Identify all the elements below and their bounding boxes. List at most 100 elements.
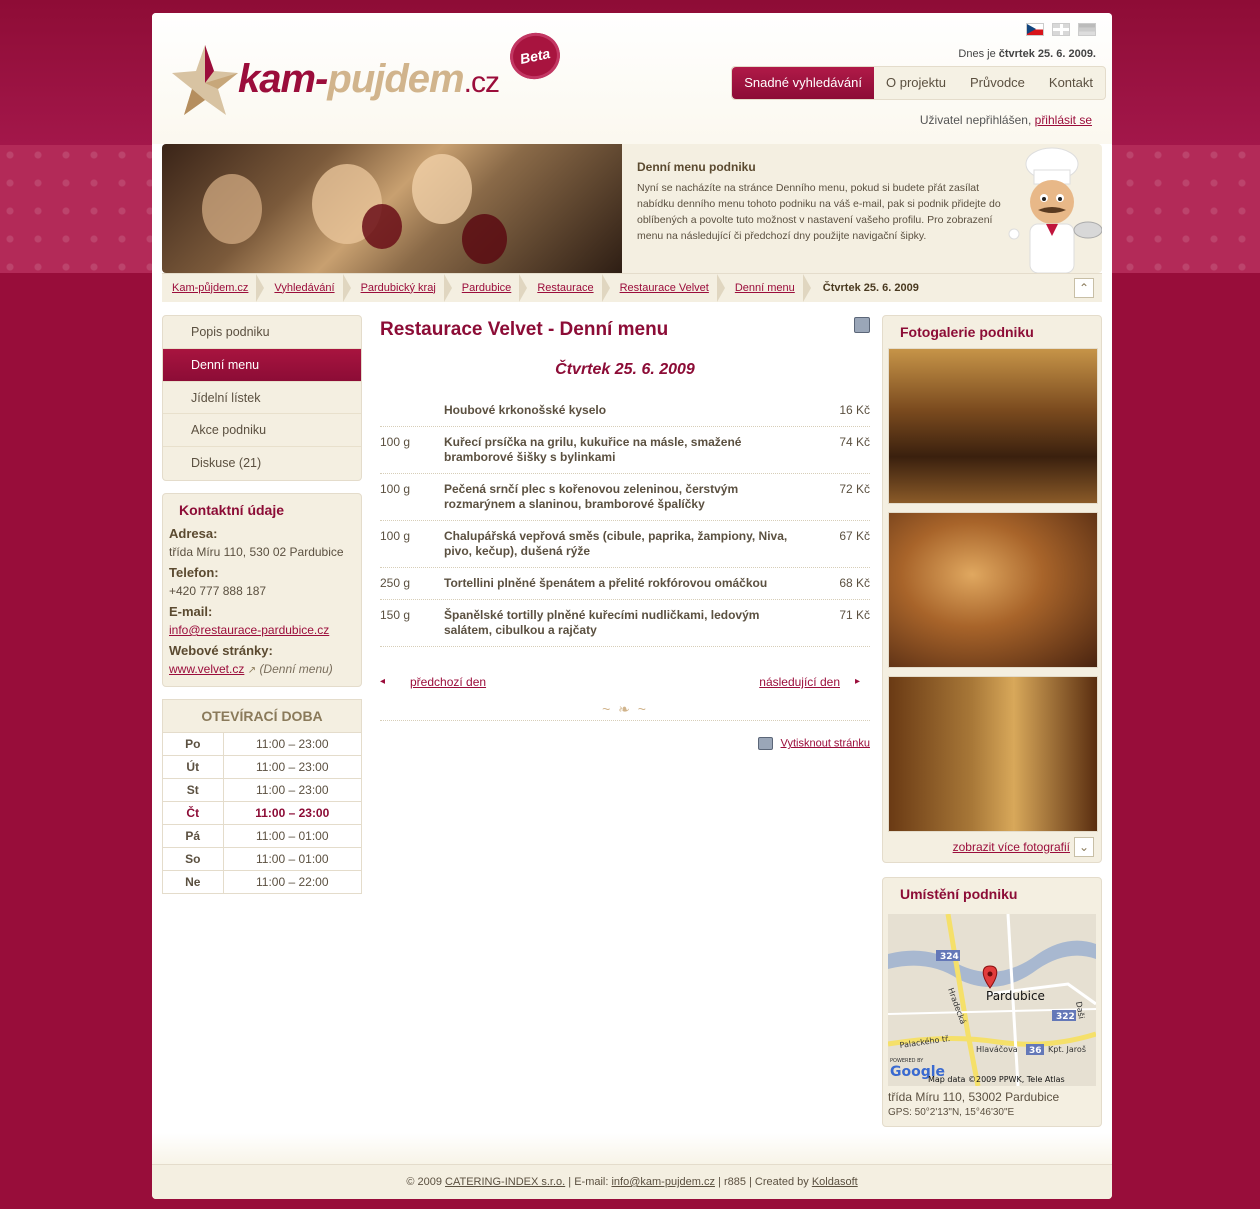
- dish-row: 100 g Kuřecí prsíčka na grilu, kukuřice n…: [380, 427, 870, 474]
- dish-price: 72 Kč: [839, 482, 870, 496]
- printer-icon[interactable]: [854, 317, 870, 333]
- breadcrumb-item[interactable]: Pardubický kraj: [351, 273, 452, 303]
- phone-label: Telefon:: [169, 564, 219, 580]
- contact-title: Kontaktní údaje: [179, 501, 285, 518]
- menu-item-daily-menu[interactable]: Denní menu: [163, 348, 361, 382]
- location-map[interactable]: 324 322 36 Hradecká Palackého tř. Hlaváč…: [888, 914, 1096, 1086]
- chevron-down-icon[interactable]: ⌄: [1074, 837, 1094, 857]
- map-road-label: 324: [940, 952, 959, 962]
- menu-item-discussion[interactable]: Diskuse (21): [163, 447, 361, 480]
- previous-day-link[interactable]: předchozí den: [410, 675, 486, 689]
- external-link-icon: ↗: [247, 664, 257, 676]
- dish-weight: 100 g: [380, 435, 411, 449]
- gallery-title: Fotogalerie podniku: [900, 324, 1034, 340]
- dish-price: 67 Kč: [839, 529, 870, 543]
- dish-name: Kuřecí prsíčka na grilu, kukuřice na más…: [444, 435, 742, 464]
- hours-day: Ne: [163, 869, 224, 894]
- dish-name: Chalupářská vepřová směs (cibule, paprik…: [444, 529, 788, 558]
- dish-name: Tortellini plněné špenátem a přelité rok…: [444, 576, 768, 590]
- email-link[interactable]: info@restaurace-pardubice.cz: [169, 623, 329, 637]
- hours-day: St: [163, 777, 224, 802]
- header: kam-pujdem.cz Beta Dnes je čtvrtek 25. 6…: [152, 13, 1112, 144]
- dish-name: Houbové krkonošské kyselo: [444, 403, 607, 417]
- email-label: E-mail:: [169, 603, 213, 619]
- breadcrumb-item[interactable]: Denní menu: [725, 273, 811, 303]
- print-page: Vytisknout stránku: [380, 737, 870, 750]
- address-label: Adresa:: [169, 525, 218, 541]
- dish-price: 71 Kč: [839, 608, 870, 622]
- opening-hours: OTEVÍRACÍ DOBA Po 11:00 – 23:00 Út 11:00 –…: [162, 698, 362, 895]
- next-day-link[interactable]: následující den: [759, 675, 840, 689]
- banner-description: Nyní se nacházíte na stránce Denního men…: [637, 182, 1001, 242]
- info-banner: Denní menu podniku Nyní se nacházíte na …: [162, 144, 1102, 273]
- right-sidebar: Fotogalerie podniku zobrazit více fotogr…: [882, 315, 1102, 1127]
- printer-icon: [758, 737, 774, 750]
- dish-weight: 100 g: [380, 529, 411, 543]
- breadcrumb-item[interactable]: Kam-půjdem.cz: [162, 273, 265, 303]
- breadcrumb-item[interactable]: Restaurace: [527, 273, 610, 303]
- footer-email-link[interactable]: info@kam-pujdem.cz: [611, 1176, 714, 1188]
- hours-title: OTEVÍRACÍ DOBA: [163, 699, 361, 732]
- dish-row: 150 g Španělské tortilly plněné kuřecími …: [380, 600, 870, 647]
- map-title: Umístění podniku: [900, 886, 1018, 902]
- menu-item-description[interactable]: Popis podniku: [163, 316, 361, 349]
- hours-day: So: [163, 846, 224, 871]
- dish-row: Houbové krkonošské kyselo 16 Kč: [380, 395, 870, 427]
- breadcrumb-item[interactable]: Pardubice: [452, 273, 528, 303]
- hours-day: Pá: [163, 823, 224, 848]
- nav-contact[interactable]: Kontakt: [1037, 67, 1105, 99]
- map-road-label: 36: [1029, 1046, 1042, 1056]
- current-date: Dnes je čtvrtek 25. 6. 2009.: [958, 48, 1096, 60]
- login-link[interactable]: přihlásit se: [1035, 113, 1092, 127]
- menu-day: Čtvrtek 25. 6. 2009: [555, 361, 695, 378]
- menu-item-food-menu[interactable]: Jídelní lístek: [163, 382, 361, 415]
- print-page-link[interactable]: Vytisknout stránku: [781, 737, 870, 749]
- dish-row: 250 g Tortellini plněné špenátem a přelit…: [380, 568, 870, 600]
- dish-price: 16 Kč: [839, 403, 870, 417]
- breadcrumb: Kam-půjdem.cz Vyhledávání Pardubický kra…: [162, 273, 1102, 302]
- dish-name: Pečená srnčí plec s kořenovou zeleninou,…: [444, 482, 739, 511]
- hours-time: 11:00 – 23:00: [223, 754, 361, 779]
- content-bottom: [152, 1133, 1112, 1164]
- more-photos-link[interactable]: zobrazit více fotografií: [953, 840, 1070, 854]
- dish-weight: 150 g: [380, 608, 411, 622]
- nav-guide[interactable]: Průvodce: [958, 67, 1037, 99]
- dish-row: 100 g Chalupářská vepřová směs (cibule, p…: [380, 521, 870, 568]
- dish-weight: 100 g: [380, 482, 411, 496]
- page-title: Restaurace Velvet - Denní menu: [380, 319, 669, 340]
- menu-item-events[interactable]: Akce podniku: [163, 414, 361, 448]
- map-street-label: Kpt. Jaroš: [1048, 1044, 1086, 1054]
- hours-time: 11:00 – 23:00: [223, 777, 361, 802]
- breadcrumb-item[interactable]: Restaurace Velvet: [610, 273, 726, 303]
- gallery-photo[interactable]: [888, 512, 1098, 668]
- map-credit: Map data ©2009 PPWK, Tele Atlas: [928, 1075, 1065, 1084]
- map-street-label: Hlaváčova: [976, 1044, 1018, 1054]
- flag-de-icon[interactable]: [1078, 23, 1096, 36]
- hours-time: 11:00 – 23:00: [223, 800, 361, 825]
- flag-cz-icon[interactable]: [1026, 23, 1044, 36]
- dish-price: 74 Kč: [839, 435, 870, 449]
- company-link[interactable]: CATERING-INDEX s.r.o.: [445, 1176, 565, 1188]
- arrow-left-icon: ◂: [380, 676, 386, 687]
- dish-name: Španělské tortilly plněné kuřecími nudli…: [444, 608, 760, 637]
- gallery-photo[interactable]: [888, 676, 1098, 832]
- creator-link[interactable]: Koldasoft: [812, 1176, 858, 1188]
- nav-about[interactable]: O projektu: [874, 67, 958, 99]
- language-flags: [1026, 23, 1096, 36]
- nav-simple-search[interactable]: Snadné vyhledávání: [732, 67, 874, 99]
- gps-coordinates: GPS: 50°2'13"N, 15°46'30"E: [888, 1107, 1015, 1118]
- dish-weight: 250 g: [380, 576, 411, 590]
- gallery-photo[interactable]: [888, 348, 1098, 504]
- hours-time: 11:00 – 23:00: [223, 731, 361, 756]
- arrow-right-icon: ▸: [854, 676, 860, 687]
- scroll-up-icon[interactable]: ⌃: [1074, 278, 1094, 298]
- footer: © 2009 CATERING-INDEX s.r.o. | E-mail: i…: [152, 1164, 1112, 1199]
- location-box: Umístění podniku 324 322 36 Hradecká Pal…: [882, 877, 1102, 1127]
- breadcrumb-item[interactable]: Vyhledávání: [264, 273, 351, 303]
- phone-value: +420 777 888 187: [169, 583, 267, 598]
- user-status: Uživatel nepřihlášen, přihlásit se: [919, 113, 1092, 127]
- web-link[interactable]: www.velvet.cz: [169, 662, 244, 676]
- flag-en-icon[interactable]: [1052, 23, 1070, 36]
- more-photos: zobrazit více fotografií ⌄: [888, 837, 1096, 857]
- contact-box: Kontaktní údaje Adresa: třída Míru 110, …: [162, 492, 362, 687]
